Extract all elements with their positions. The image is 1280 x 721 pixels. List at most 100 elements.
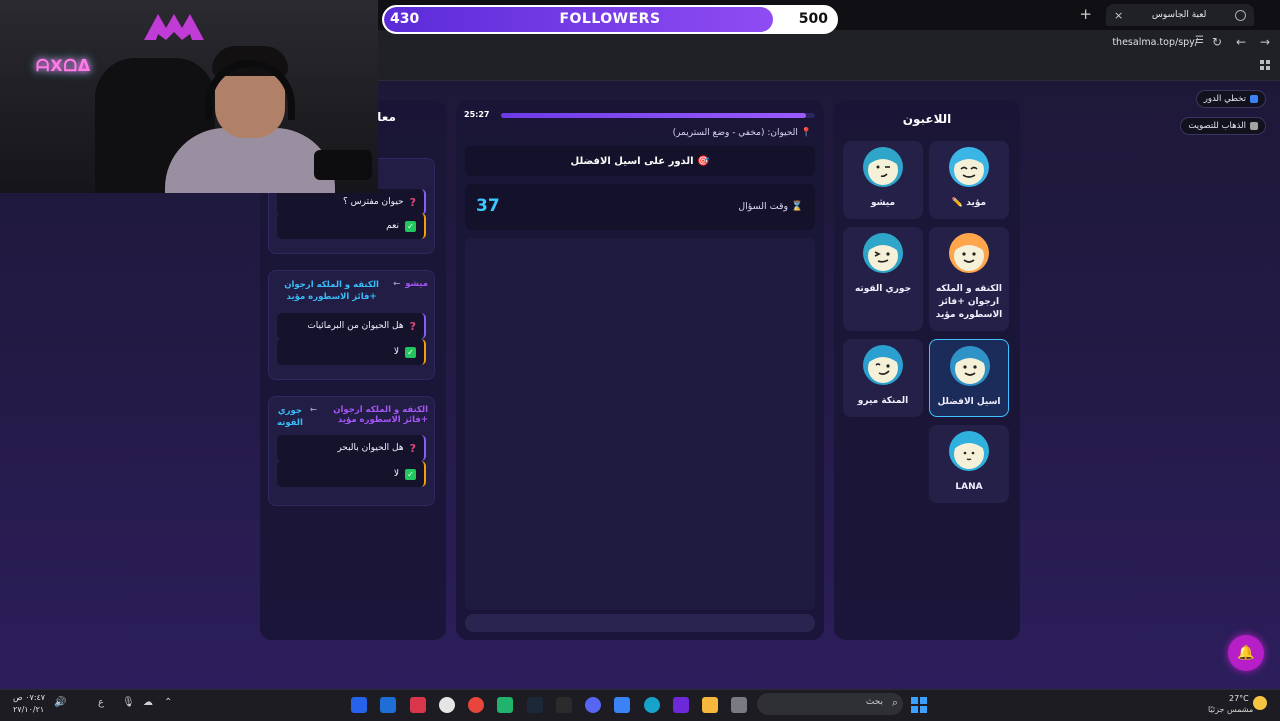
task-view-icon[interactable] — [731, 697, 747, 713]
game-timer: 25:27 — [464, 110, 490, 119]
question-mark-icon: ? — [409, 195, 416, 209]
answer-text: لا — [393, 469, 399, 479]
new-tab-button[interactable]: + — [1079, 5, 1092, 23]
player-name: LANA — [955, 482, 983, 492]
streamer-logo-icon — [144, 14, 204, 40]
apps-grid-icon[interactable] — [1260, 60, 1270, 70]
obs-icon[interactable] — [439, 697, 455, 713]
questions-title: معا — [377, 110, 396, 124]
question-line: ? هل الحيوان بالبحر — [277, 435, 426, 461]
answer-line: ✓ نعم — [277, 213, 426, 239]
player-name: مؤيد ✏️ — [951, 198, 987, 208]
player-name: اسيل الافضلل — [937, 397, 1001, 407]
notification-bell-button[interactable]: 🔔 — [1228, 635, 1264, 671]
player-avatar-icon — [863, 345, 903, 385]
question-area — [465, 238, 815, 610]
players-panel: اللاعبون مؤيد ✏️ ميشو الكنقه و الملكه ارجو… — [834, 100, 1020, 640]
webcam-overlay: ᗩXᗝᐃ — [0, 0, 378, 193]
file-explorer-icon[interactable] — [702, 697, 718, 713]
answer-text: نعم — [386, 221, 399, 231]
url-field[interactable]: thesalma.top/spy/ — [1112, 37, 1198, 48]
followers-label: FOLLOWERS — [559, 11, 661, 27]
arrow-icon: ← — [393, 279, 401, 289]
followers-current: 430 — [390, 11, 420, 27]
question-line: ? هل الحيوان من البرمائيات — [277, 313, 426, 339]
game-panel: 25:27 📍 الحيوان: (مخفي - وضع الستريمر) 🎯… — [456, 100, 824, 640]
target-name: الكنقه و الملكه ارجوان +فائز الاسطوره مؤ… — [284, 280, 379, 302]
animal-status: 📍 الحيوان: (مخفي - وضع الستريمر) — [672, 128, 812, 138]
player-card[interactable]: الكنقه و الملكه ارجوان +فائز الاسطوره مؤ… — [929, 227, 1009, 331]
tab-close-icon[interactable]: × — [1114, 9, 1123, 22]
question-text: هل الحيوان من البرمائيات — [307, 321, 404, 331]
arrow-icon: ← — [309, 405, 318, 415]
player-avatar-icon — [949, 233, 989, 273]
site-settings-icon[interactable]: ☰ — [1195, 35, 1204, 46]
discord-icon[interactable] — [585, 697, 601, 713]
checkmark-icon: ✓ — [405, 220, 416, 232]
player-avatar-icon — [949, 431, 989, 471]
onedrive-icon[interactable]: ☁ — [143, 697, 153, 708]
question-time-box: 37 ⌛ وقت السؤال — [465, 184, 815, 230]
skip-turn-button[interactable]: تخطي الدور — [1195, 90, 1266, 108]
language-indicator[interactable]: ع — [98, 697, 104, 708]
app-icon-red[interactable] — [410, 697, 426, 713]
tray-chevron-icon[interactable]: ⌃ — [164, 697, 172, 708]
app-icon-whiteboard[interactable] — [351, 697, 367, 713]
forward-icon[interactable]: ← — [1236, 35, 1246, 49]
neon-sign: ᗩXᗝᐃ — [36, 56, 92, 75]
app-icon-green[interactable] — [497, 697, 513, 713]
player-name: الكنقه و الملكه ارجوان +فائز الاسطوره مؤ… — [935, 284, 1003, 320]
player-card[interactable]: اسيل الافضلل — [929, 339, 1009, 417]
skip-icon — [1250, 95, 1258, 103]
question-card: الكنقه و الملكه ارجوان +فائز الاسطوره مؤ… — [268, 396, 435, 506]
timer-progress-bar — [501, 113, 815, 118]
search-placeholder: بحث — [865, 697, 883, 707]
player-card[interactable]: مؤيد ✏️ — [929, 141, 1009, 219]
question-text: هل الحيوان بالبحر — [337, 443, 404, 453]
question-mark-icon: ? — [409, 441, 416, 455]
player-card[interactable]: LANA — [929, 425, 1009, 503]
player-card[interactable]: ميشو — [843, 141, 923, 219]
player-name: جوري القوته — [854, 284, 912, 294]
weather-description[interactable]: مشمس جزئيًا — [1208, 705, 1253, 714]
tab-title: لعبة الجاسوس — [1151, 10, 1207, 20]
microphone-icon[interactable]: 🎙 — [122, 697, 135, 708]
search-icon: ⌕ — [891, 696, 898, 709]
tab-favicon-icon — [1235, 9, 1246, 21]
weather-icon[interactable] — [1253, 696, 1267, 710]
checkmark-icon: ✓ — [405, 346, 416, 358]
volume-icon[interactable]: 🔊 — [54, 697, 66, 708]
chrome-icon[interactable] — [468, 697, 484, 713]
taskbar — [0, 689, 1280, 721]
skip-turn-label: تخطي الدور — [1203, 94, 1246, 104]
followers-goal-bar: FOLLOWERS 430 500 — [382, 5, 838, 34]
windows-start-icon[interactable] — [911, 697, 927, 713]
question-text: حيوان مفترس ؟ — [343, 197, 404, 207]
question-header: الكنقه و الملكه ارجوان +فائز الاسطوره مؤ… — [275, 405, 428, 429]
player-avatar-icon — [863, 147, 903, 187]
edge-icon[interactable] — [644, 697, 660, 713]
question-time-label: ⌛ وقت السؤال — [738, 201, 803, 212]
question-input[interactable] — [465, 614, 815, 632]
store-icon[interactable] — [614, 697, 630, 713]
question-header: ميشو ← الكنقه و الملكه ارجوان +فائز الاسطو… — [275, 279, 428, 303]
player-name: ميشو — [870, 198, 896, 208]
weather-temperature[interactable]: 27°C — [1229, 694, 1249, 703]
taskbar-search[interactable]: ⌕ بحث — [757, 693, 903, 715]
clock-time[interactable]: ٠٧:٤٧ ص — [13, 693, 45, 702]
outlook-icon[interactable] — [380, 697, 396, 713]
back-icon[interactable]: → — [1260, 35, 1270, 49]
player-card[interactable]: المنكة ميرو — [843, 339, 923, 417]
player-card[interactable]: جوري القوته — [843, 227, 923, 331]
clock-date[interactable]: ٢٧/١٠/٢١ — [13, 705, 44, 714]
app-icon-multi[interactable] — [673, 697, 689, 713]
steam-icon[interactable] — [527, 697, 543, 713]
target-name: جوري القوته — [277, 406, 303, 428]
epic-games-icon[interactable] — [556, 697, 572, 713]
player-avatar-icon — [949, 147, 989, 187]
go-vote-button[interactable]: الذهاب للتصويت — [1180, 117, 1266, 135]
browser-tab[interactable]: لعبة الجاسوس × — [1106, 4, 1254, 26]
reload-icon[interactable]: ↻ — [1212, 35, 1222, 49]
answer-line: ✓ لا — [277, 461, 426, 487]
desk-cup — [314, 150, 372, 180]
